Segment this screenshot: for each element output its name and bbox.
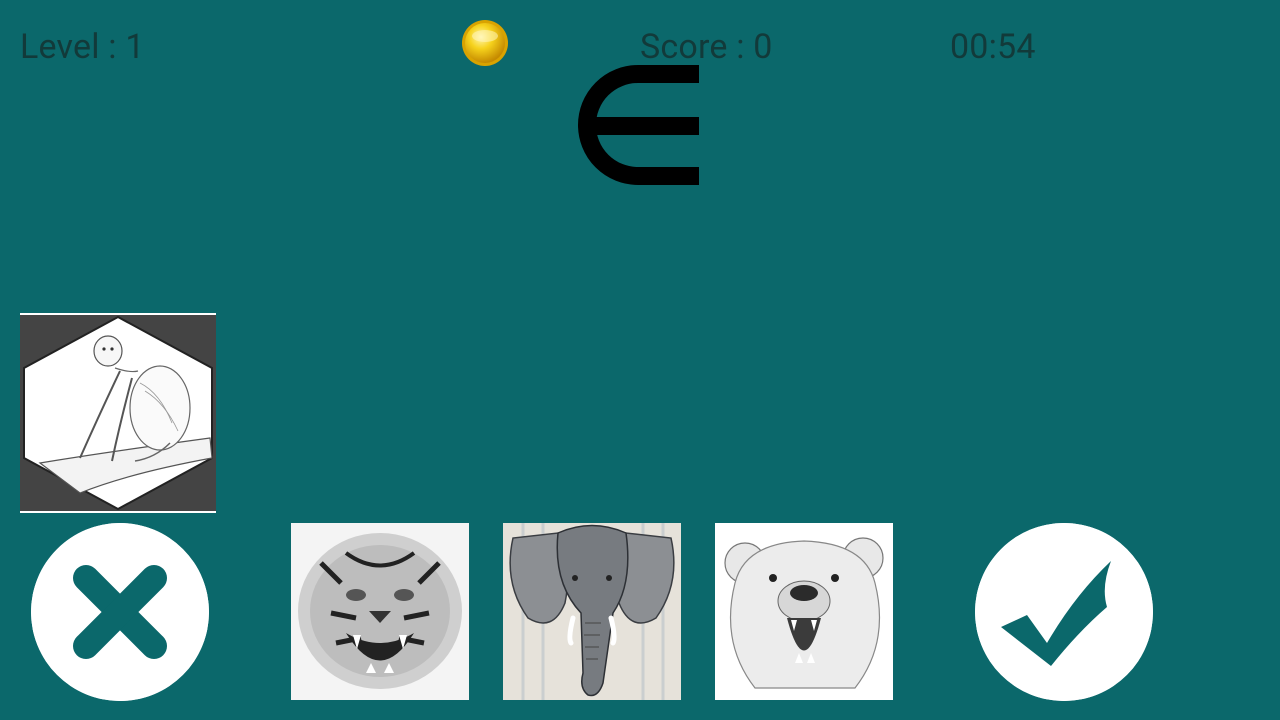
level-label: Level : 1 (20, 27, 145, 67)
choice-card-elephant[interactable] (503, 523, 681, 700)
reject-button[interactable] (31, 523, 209, 701)
coin-icon (461, 19, 509, 67)
target-animal-card-monkey (20, 313, 216, 513)
choice-card-tiger[interactable] (291, 523, 469, 700)
choice-card-bear[interactable] (715, 523, 893, 700)
score-label: Score : 0 (640, 27, 773, 67)
close-icon (31, 523, 209, 701)
accept-button[interactable] (975, 523, 1153, 701)
timer-label: 00:54 (950, 27, 1036, 67)
checkmark-icon (975, 523, 1153, 701)
element-of-symbol (578, 65, 702, 187)
